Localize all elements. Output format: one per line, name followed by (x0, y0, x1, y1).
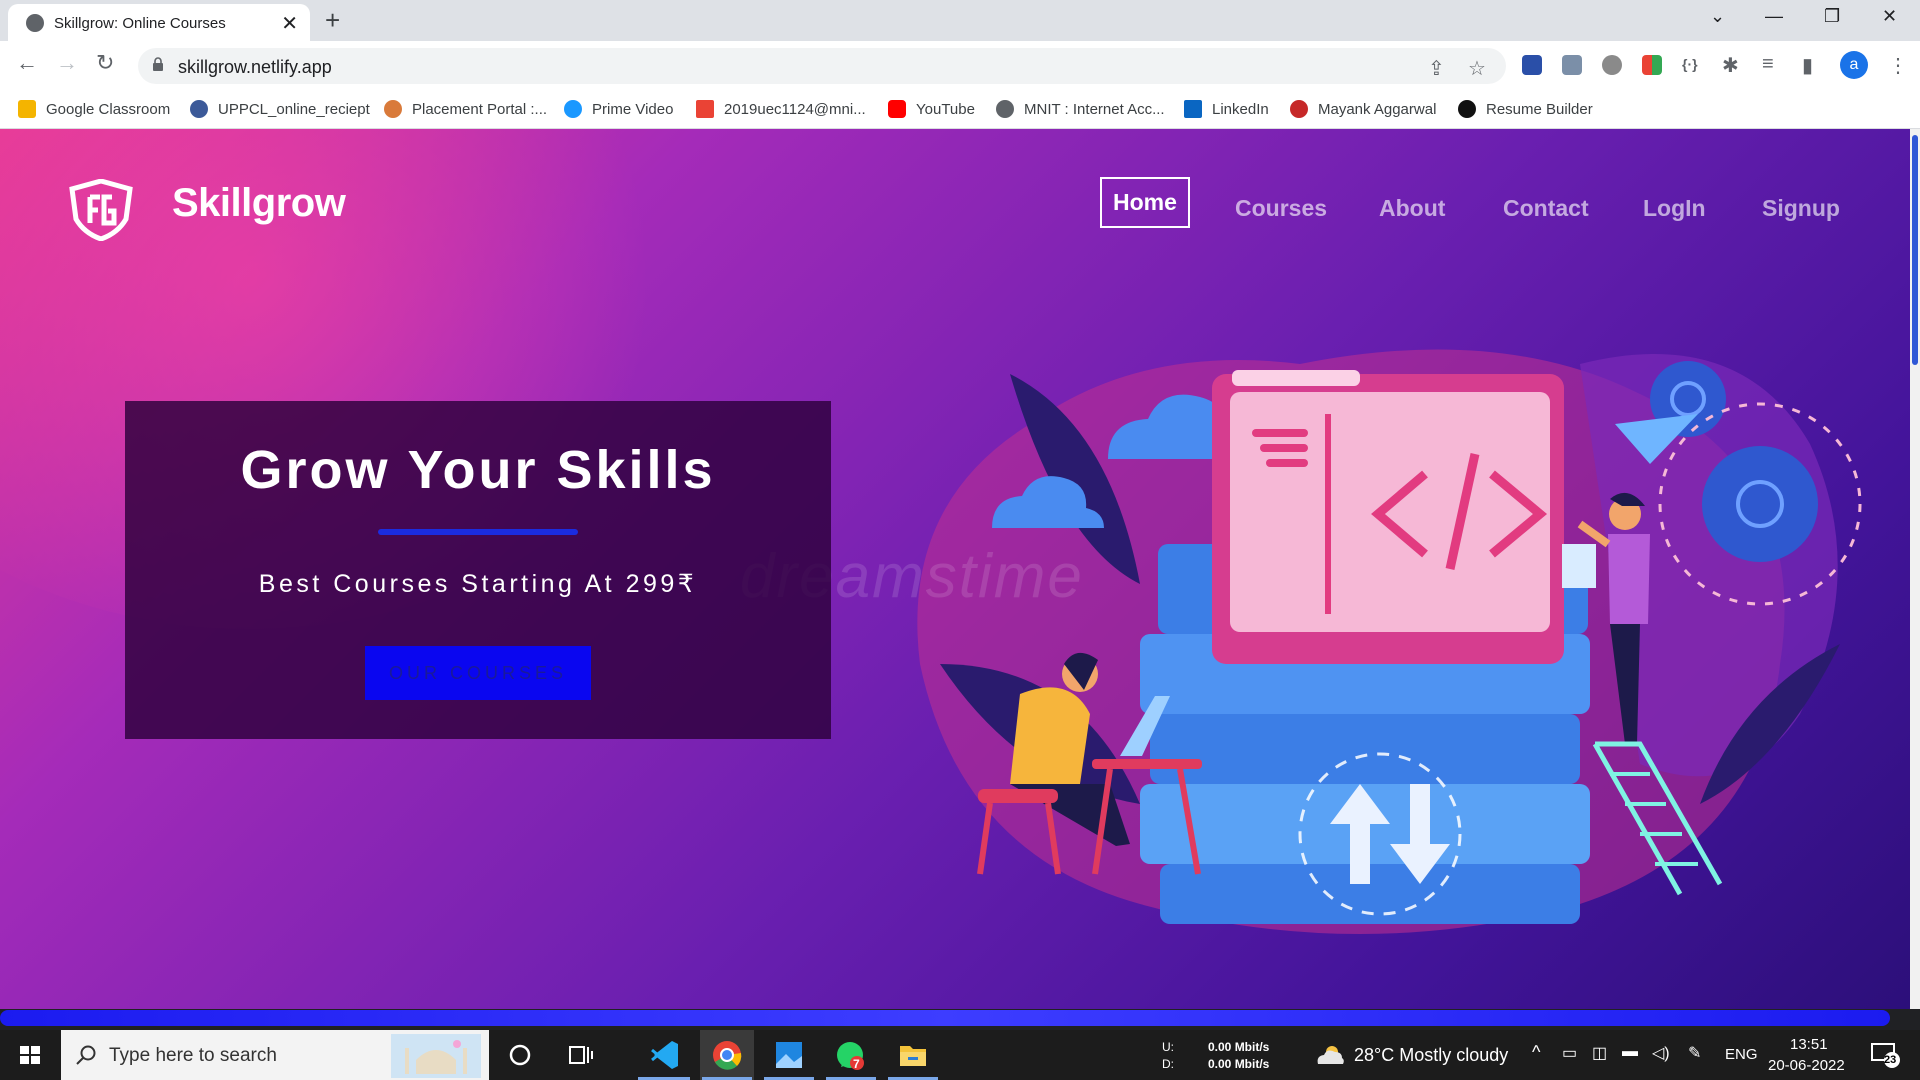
clock-time[interactable]: 13:51 (1790, 1036, 1828, 1053)
profile-avatar[interactable]: a (1840, 51, 1868, 79)
media-control-icon[interactable]: ≡ (1762, 53, 1774, 76)
browser-toolbar: ← → ↻ skillgrow.netlify.app ⇪ ☆ {·} ✱ ≡ … (0, 41, 1920, 89)
bookmark-item[interactable]: Mayank Aggarwal (1290, 99, 1436, 119)
bookmark-item[interactable]: UPPCL_online_reciept (190, 99, 370, 119)
taj-mahal-icon (391, 1034, 481, 1078)
web-page: Skillgrow Home Courses About Contact Log… (0, 129, 1910, 1009)
volume-icon[interactable]: ◁) (1652, 1043, 1670, 1063)
language-indicator[interactable]: ENG (1725, 1046, 1758, 1063)
nav-login[interactable]: LogIn (1643, 195, 1706, 222)
bookmark-item[interactable]: MNIT : Internet Acc... (996, 99, 1165, 119)
extension-icon[interactable] (1562, 55, 1582, 75)
resume-icon (1458, 100, 1476, 118)
task-view-icon[interactable] (560, 1038, 600, 1072)
weather-cloud-icon[interactable] (1314, 1044, 1344, 1066)
youtube-icon (888, 100, 906, 118)
linkedin-icon (1184, 100, 1202, 118)
whatsapp-icon[interactable] (830, 1038, 870, 1072)
net-upload-label: U: (1162, 1040, 1174, 1054)
photos-icon[interactable] (768, 1038, 808, 1072)
cortana-icon[interactable] (500, 1038, 540, 1072)
minimize-icon[interactable]: — (1765, 6, 1783, 27)
url-text: skillgrow.netlify.app (178, 57, 332, 77)
whatsapp-badge: 7 (853, 1057, 860, 1071)
bookmark-item[interactable]: Resume Builder (1458, 99, 1593, 119)
classroom-icon (18, 100, 36, 118)
json-extension-icon[interactable]: {·} (1682, 56, 1698, 72)
search-placeholder: Type here to search (109, 1045, 277, 1066)
windows-start-icon[interactable] (0, 1030, 60, 1080)
weather-text[interactable]: 28°C Mostly cloudy (1354, 1045, 1508, 1066)
our-courses-button[interactable]: OUR COURSES (365, 646, 591, 700)
pen-icon[interactable]: ✎ (1688, 1043, 1701, 1063)
share-icon[interactable]: ⇪ (1428, 56, 1445, 81)
windows-taskbar: Type here to search 7 U: D: 0.00 Mbit/s … (0, 1030, 1920, 1080)
menu-kebab-icon[interactable]: ⋮ (1888, 53, 1908, 78)
bookmark-item[interactable]: Google Classroom (18, 99, 170, 119)
tab-close-icon[interactable]: ✕ (281, 11, 298, 36)
browser-tab[interactable]: Skillgrow: Online Courses ✕ (8, 4, 310, 41)
tab-title: Skillgrow: Online Courses (54, 15, 226, 32)
nav-courses[interactable]: Courses (1235, 195, 1327, 222)
bookmark-item[interactable]: Prime Video (564, 99, 673, 119)
bookmark-star-icon[interactable]: ☆ (1468, 56, 1486, 81)
bookmark-item[interactable]: LinkedIn (1184, 99, 1269, 119)
extensions-puzzle-icon[interactable]: ✱ (1722, 53, 1739, 78)
bookmarks-bar: Google Classroom UPPCL_online_reciept Pl… (0, 89, 1920, 129)
browser-tab-strip: Skillgrow: Online Courses ✕ + ⌄ — ❐ ✕ (0, 0, 1920, 41)
bug-extension-icon[interactable] (1602, 55, 1622, 75)
hero-card: Grow Your Skills Best Courses Starting A… (125, 401, 831, 739)
portal-icon (384, 100, 402, 118)
vscode-icon[interactable] (644, 1038, 684, 1072)
color-extension-icon[interactable] (1642, 55, 1662, 75)
nav-signup[interactable]: Signup (1762, 195, 1840, 222)
brand-name[interactable]: Skillgrow (172, 181, 346, 226)
tray-chevron-icon[interactable]: ^ (1532, 1042, 1540, 1063)
bookmark-item[interactable]: YouTube (888, 99, 975, 119)
scrollbar-thumb[interactable] (1912, 135, 1918, 365)
clock-date[interactable]: 20-06-2022 (1768, 1057, 1845, 1074)
globe-icon (996, 100, 1014, 118)
globe-icon (190, 100, 208, 118)
skillgrow-logo-icon (69, 179, 133, 241)
hero-subtitle: Best Courses Starting At 299₹ (258, 570, 698, 598)
gmail-icon (696, 100, 714, 118)
profile-icon (1290, 100, 1308, 118)
taskbar-search[interactable]: Type here to search (61, 1030, 489, 1080)
restore-icon[interactable]: ❐ (1824, 6, 1840, 27)
download-extension-icon[interactable] (1522, 55, 1542, 75)
net-upload-speed: 0.00 Mbit/s (1208, 1040, 1270, 1054)
page-bottom-bar (0, 1010, 1890, 1026)
prime-video-icon (564, 100, 582, 118)
side-panel-icon[interactable]: ▮ (1802, 53, 1813, 78)
bookmark-item[interactable]: 2019uec1124@mni... (696, 99, 866, 119)
file-explorer-icon[interactable] (892, 1038, 932, 1072)
nav-about[interactable]: About (1379, 195, 1445, 222)
hero-divider (378, 529, 578, 535)
back-icon[interactable]: ← (16, 50, 38, 76)
lock-icon (153, 57, 163, 71)
nav-contact[interactable]: Contact (1503, 195, 1589, 222)
network-icon[interactable]: ▭ (1562, 1043, 1577, 1063)
search-icon (76, 1045, 96, 1065)
tab-search-icon[interactable]: ⌄ (1710, 6, 1725, 27)
bookmark-item[interactable]: Placement Portal :... (384, 99, 547, 119)
new-tab-icon[interactable]: + (325, 5, 340, 36)
battery-icon[interactable]: ▬ (1622, 1043, 1638, 1061)
nav-home[interactable]: Home (1100, 177, 1190, 228)
hero-title: Grow Your Skills (240, 440, 716, 500)
net-download-speed: 0.00 Mbit/s (1208, 1057, 1270, 1071)
close-window-icon[interactable]: ✕ (1882, 6, 1897, 27)
address-bar[interactable]: skillgrow.netlify.app ⇪ ☆ (138, 48, 1506, 84)
notification-count: 23 (1884, 1054, 1897, 1066)
chrome-icon[interactable] (707, 1038, 747, 1072)
net-download-label: D: (1162, 1057, 1174, 1071)
reload-icon[interactable]: ↻ (96, 50, 114, 76)
globe-icon (26, 14, 44, 32)
meet-now-icon[interactable]: ◫ (1592, 1043, 1607, 1063)
forward-icon[interactable]: → (56, 50, 78, 76)
